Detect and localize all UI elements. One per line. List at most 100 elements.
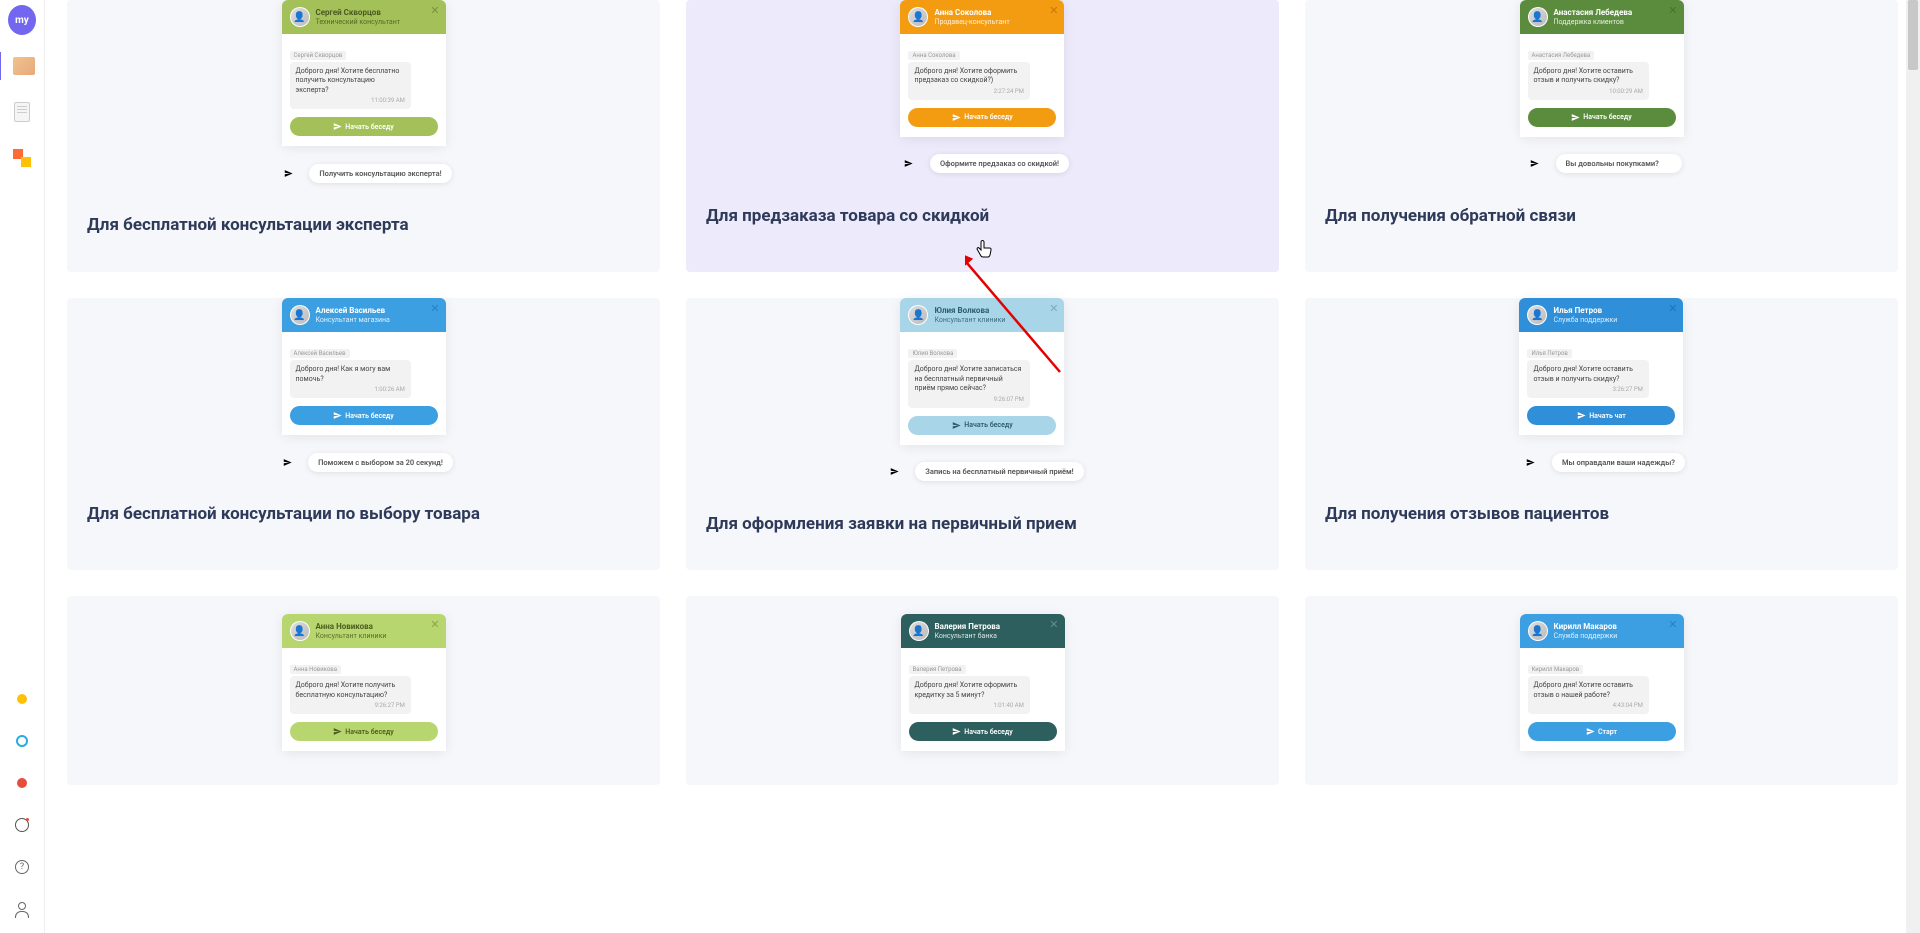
- agent-avatar: 👤: [908, 305, 928, 325]
- agent-name: Валерия Петрова: [935, 622, 1001, 632]
- widget-header: 👤Кирилл МакаровСлужба поддержки✕: [1520, 614, 1684, 648]
- widget-header: 👤Юлия ВолковаКонсультант клиники✕: [900, 298, 1064, 332]
- card-title: Для бесплатной консультации по выбору то…: [67, 475, 660, 527]
- agent-role: Технический консультант: [316, 18, 401, 26]
- sidebar-blocks[interactable]: [8, 144, 36, 172]
- message-time: 9:26:27 PM: [296, 702, 405, 710]
- agent-role: Продавец-консультант: [934, 18, 1009, 26]
- widget-preview: 👤Анна СоколоваПродавец-консультант✕Анна …: [900, 0, 1064, 137]
- card-title: Для оформления заявки на первичный прием: [686, 485, 1279, 537]
- message-sender: Сергей Скворцов: [290, 51, 347, 60]
- agent-name: Анастасия Лебедева: [1554, 8, 1633, 18]
- close-icon[interactable]: ✕: [430, 618, 439, 631]
- sidebar: my ?: [0, 0, 45, 933]
- start-chat-button[interactable]: Начать беседу: [290, 406, 438, 425]
- sidebar-chat-icon[interactable]: [8, 811, 36, 839]
- message-sender: Валерия Петрова: [909, 665, 966, 674]
- widget-footer-text: Получить консультацию эксперта!: [309, 164, 451, 183]
- close-icon[interactable]: ✕: [1668, 302, 1677, 315]
- sidebar-documents[interactable]: [8, 98, 36, 126]
- sidebar-status-red[interactable]: [8, 769, 36, 797]
- widget-header: 👤 Алексей ВасильевКонсультант магазина ✕: [282, 298, 446, 332]
- message-sender: Юлия Волкова: [908, 349, 957, 358]
- paper-plane-icon: [1522, 151, 1548, 177]
- card-title: Для бесплатной консультации эксперта: [67, 186, 660, 238]
- message-bubble: Доброго дня! Хотите бесплатно получить к…: [290, 62, 411, 109]
- template-card[interactable]: 👤Анастасия ЛебедеваПоддержка клиентов✕Ан…: [1305, 0, 1898, 272]
- sidebar-status-yellow[interactable]: [8, 685, 36, 713]
- card-title: Для получения обратной связи: [1305, 177, 1898, 229]
- widget-body: Анна Соколова Доброго дня! Хотите оформит…: [900, 34, 1064, 137]
- message-time: 11:00:39 AM: [296, 97, 405, 105]
- template-card[interactable]: 👤 Сергей Скворцов Технический консультант ✕…: [67, 0, 660, 272]
- template-card[interactable]: 👤Юлия ВолковаКонсультант клиники✕Юлия Во…: [686, 298, 1279, 570]
- template-card[interactable]: 👤Валерия ПетроваКонсультант банка✕Валери…: [686, 596, 1279, 785]
- template-card[interactable]: 👤 Алексей ВасильевКонсультант магазина ✕ Ал…: [67, 298, 660, 570]
- close-icon[interactable]: ✕: [1049, 4, 1058, 17]
- widget-preview: 👤Валерия ПетроваКонсультант банка✕Валери…: [901, 614, 1065, 751]
- template-card[interactable]: 👤Анна СоколоваПродавец-консультант✕Анна …: [686, 0, 1279, 272]
- agent-role: Консультант банка: [935, 632, 1001, 640]
- template-card[interactable]: 👤Кирилл МакаровСлужба поддержки✕Кирилл М…: [1305, 596, 1898, 785]
- widget-header: 👤 Анна СоколоваПродавец-консультант ✕: [900, 0, 1064, 34]
- scrollbar-thumb[interactable]: [1908, 0, 1918, 70]
- widget-footer-text: Оформите предзаказ со скидкой!: [930, 154, 1069, 173]
- close-icon[interactable]: ✕: [1668, 618, 1677, 631]
- message-bubble: Доброго дня! Хотите оформить кредитку за…: [909, 676, 1030, 714]
- agent-name: Анна Новикова: [316, 622, 387, 632]
- agent-role: Консультант магазина: [316, 316, 390, 324]
- sidebar-status-ring[interactable]: [8, 727, 36, 755]
- start-chat-button[interactable]: Начать беседу: [908, 108, 1056, 127]
- agent-name: Илья Петров: [1553, 306, 1617, 316]
- start-chat-button[interactable]: Начать беседу: [909, 722, 1057, 741]
- agent-role: Поддержка клиентов: [1554, 18, 1633, 26]
- agent-avatar: 👤: [290, 7, 310, 27]
- widget-body: Анастасия ЛебедеваДоброго дня! Хотите ос…: [1520, 34, 1684, 137]
- widget-header: 👤Валерия ПетроваКонсультант банка✕: [901, 614, 1065, 648]
- agent-avatar: 👤: [290, 621, 310, 641]
- template-card[interactable]: 👤Илья ПетровСлужба поддержки✕Илья Петров…: [1305, 298, 1898, 570]
- widget-header: 👤Анна НовиковаКонсультант клиники✕: [282, 614, 446, 648]
- agent-avatar: 👤: [290, 305, 310, 325]
- sidebar-help-icon[interactable]: ?: [8, 853, 36, 881]
- agent-name: Алексей Васильев: [316, 306, 390, 316]
- start-chat-button[interactable]: Старт: [1528, 722, 1676, 741]
- message-bubble: Доброго дня! Хотите записаться на беспла…: [908, 360, 1029, 407]
- agent-name: Анна Соколова: [934, 8, 1009, 18]
- start-chat-button[interactable]: Начать беседу: [1528, 108, 1676, 127]
- widget-body: Юлия Волкова Доброго дня! Хотите записать…: [900, 332, 1064, 444]
- widget-body: Алексей ВасильевДоброго дня! Как я могу …: [282, 332, 446, 435]
- message-sender: Анна Соколова: [908, 51, 959, 60]
- close-icon[interactable]: ✕: [430, 4, 439, 17]
- paper-plane-icon: [1518, 449, 1544, 475]
- widget-preview: 👤Илья ПетровСлужба поддержки✕Илья Петров…: [1519, 298, 1683, 435]
- close-icon[interactable]: ✕: [1049, 302, 1058, 315]
- widget-header: 👤Сергей СкворцовТехнический консультант✕: [282, 0, 446, 34]
- sidebar-user-icon[interactable]: [8, 895, 36, 923]
- widget-body: Илья ПетровДоброго дня! Хотите оставить …: [1519, 332, 1683, 435]
- message-bubble: Доброго дня! Хотите оформить предзаказ с…: [908, 62, 1029, 100]
- message-sender: Анна Новикова: [290, 665, 341, 674]
- widget-footer-text: Вы довольны покупками?: [1556, 154, 1682, 173]
- message-time: 9:26:07 PM: [914, 396, 1023, 404]
- message-bubble: Доброго дня! Хотите оставить отзыв и пол…: [1528, 62, 1649, 100]
- paper-plane-icon: [881, 459, 907, 485]
- close-icon[interactable]: ✕: [1668, 4, 1677, 17]
- start-chat-button[interactable]: Начать беседу: [908, 416, 1056, 435]
- agent-avatar: 👤: [908, 7, 928, 27]
- agent-name: Юлия Волкова: [934, 306, 1005, 316]
- scrollbar[interactable]: [1906, 0, 1920, 933]
- sidebar-logo[interactable]: my: [8, 6, 36, 34]
- widget-body: Анна НовиковаДоброго дня! Хотите получит…: [282, 648, 446, 751]
- message-time: 1:00:26 AM: [296, 386, 405, 394]
- sidebar-templates[interactable]: [10, 52, 38, 80]
- widget-body: Кирилл МакаровДоброго дня! Хотите остави…: [1520, 648, 1684, 751]
- start-chat-button[interactable]: Начать чат: [1527, 406, 1675, 425]
- close-icon[interactable]: ✕: [1049, 618, 1058, 631]
- template-card[interactable]: 👤Анна НовиковаКонсультант клиники✕Анна Н…: [67, 596, 660, 785]
- widget-preview: 👤 Алексей ВасильевКонсультант магазина ✕ Ал…: [282, 298, 446, 435]
- start-chat-button[interactable]: Начать беседу: [290, 117, 438, 136]
- message-time: 1:01:40 AM: [915, 702, 1024, 710]
- start-chat-button[interactable]: Начать беседу: [290, 722, 438, 741]
- close-icon[interactable]: ✕: [430, 302, 439, 315]
